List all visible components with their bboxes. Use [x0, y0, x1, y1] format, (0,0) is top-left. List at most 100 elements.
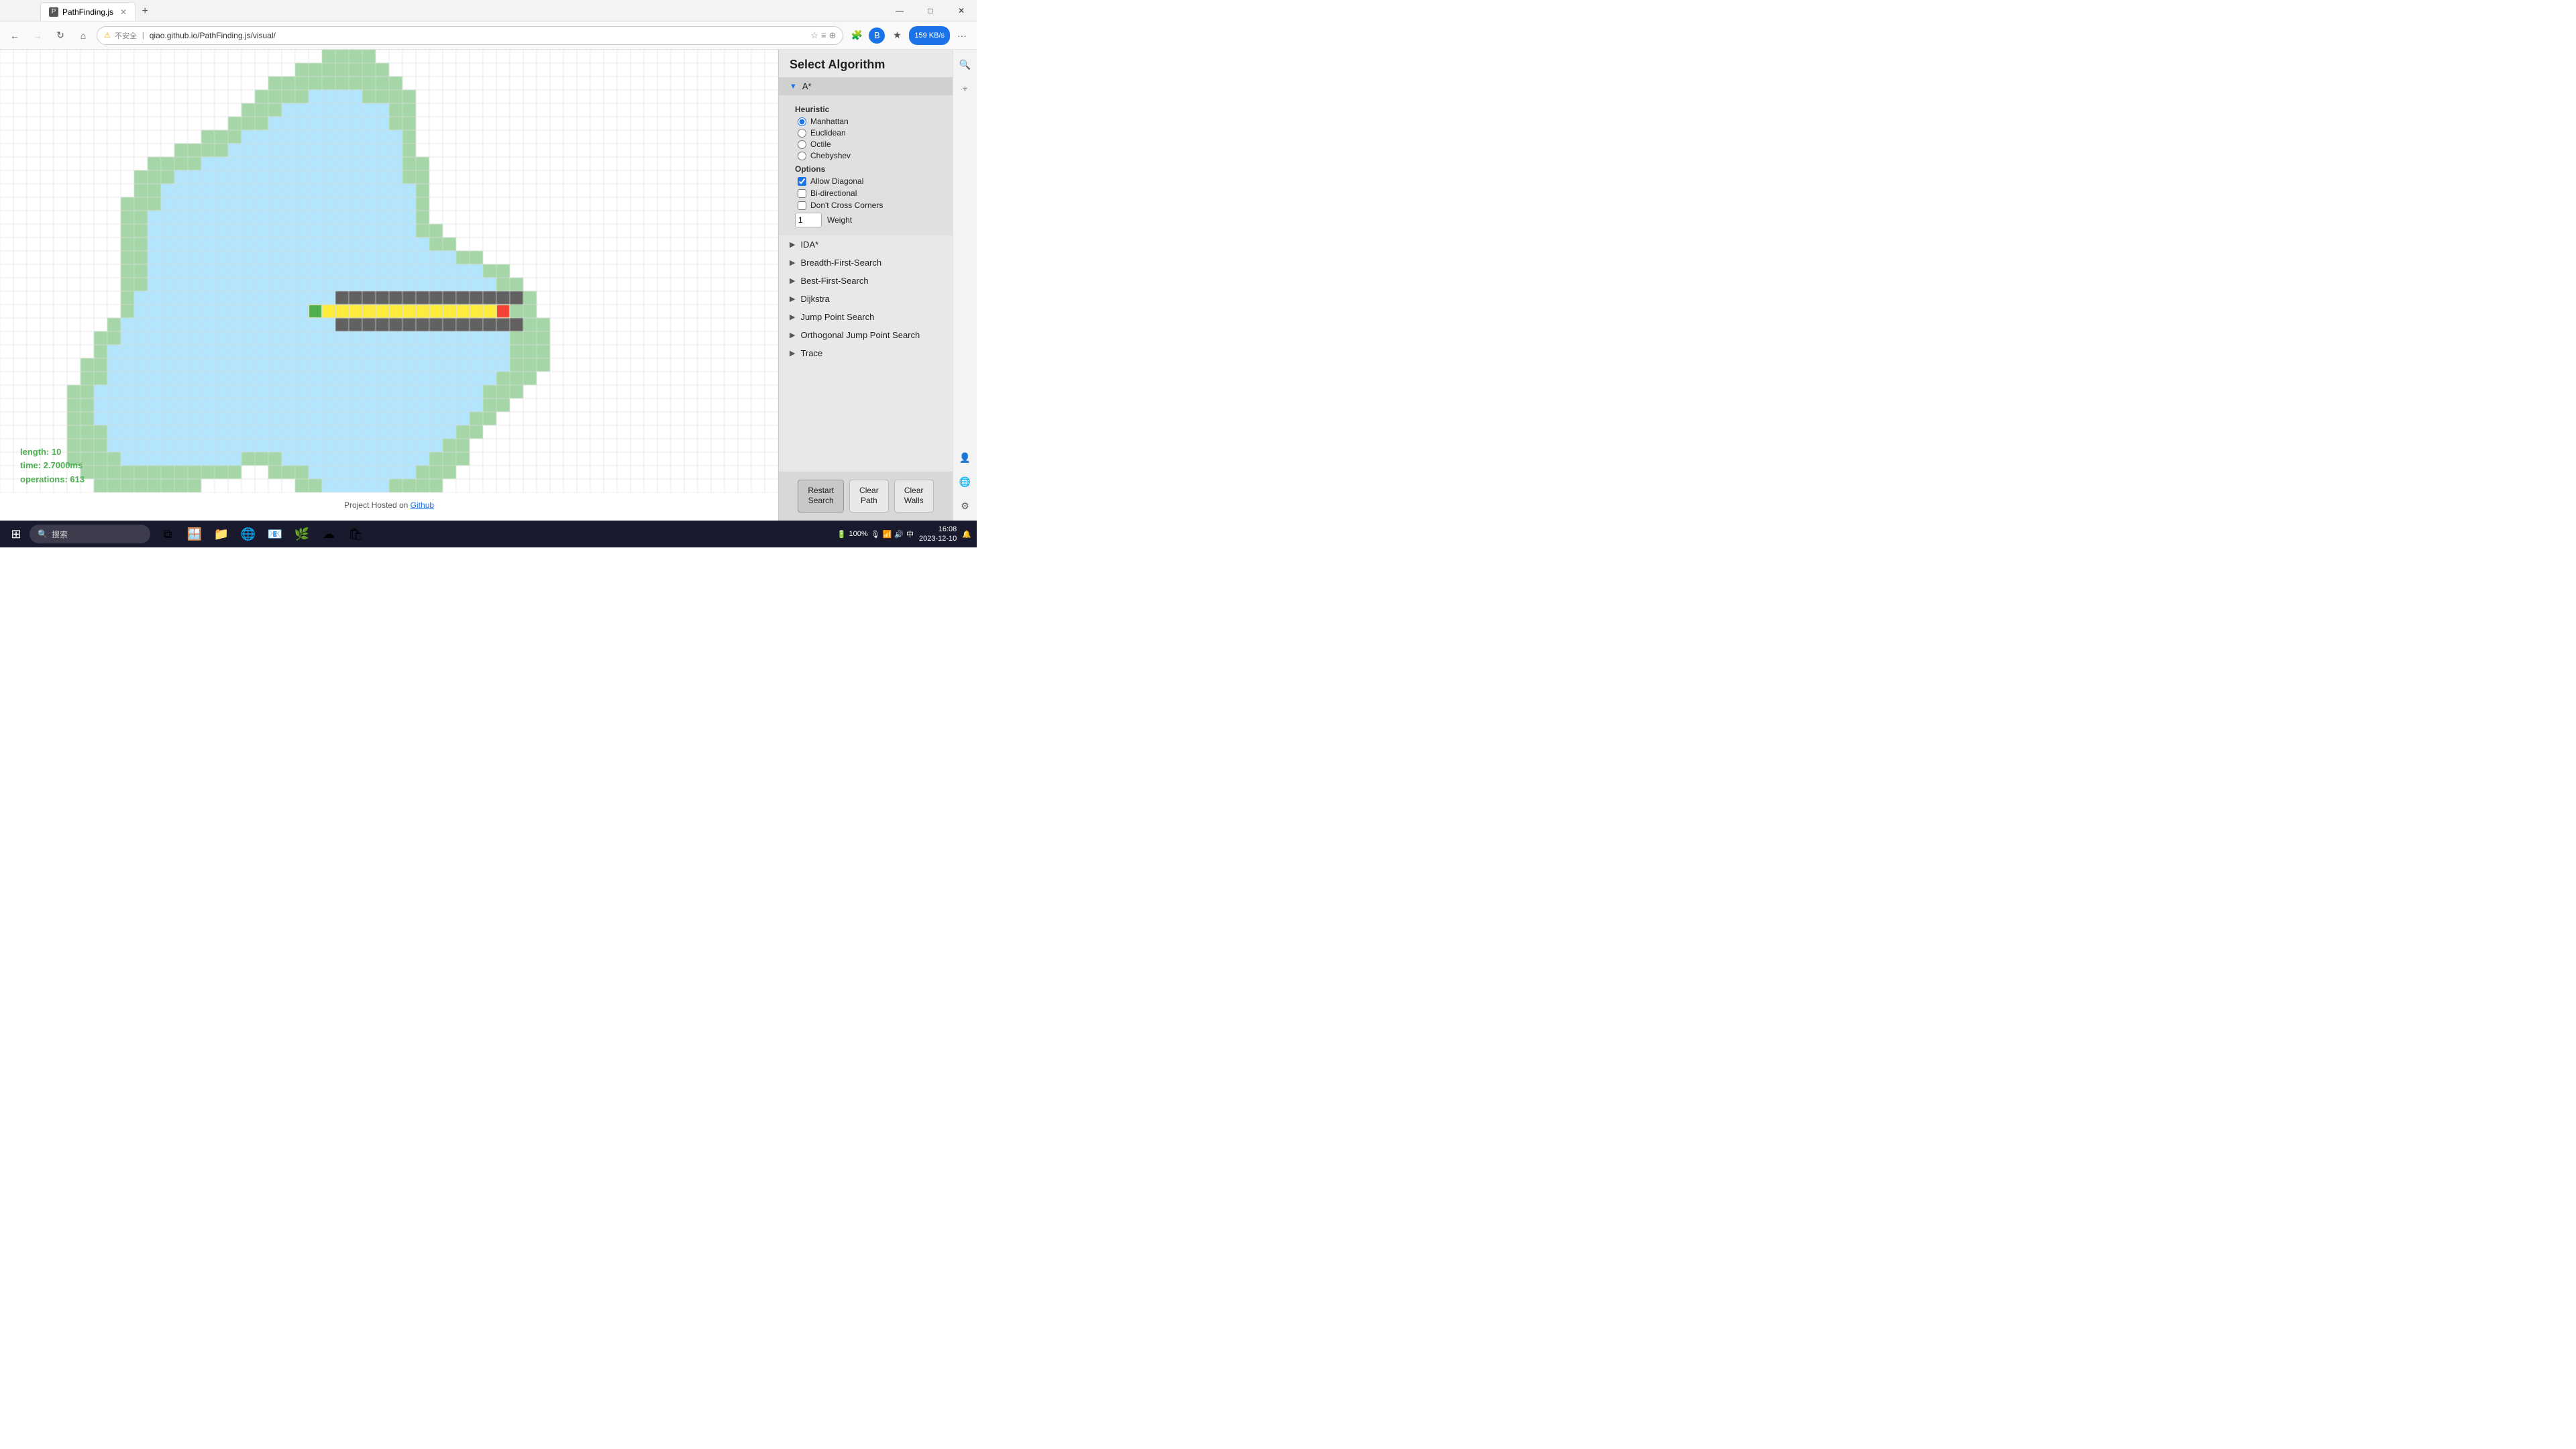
allow-diagonal-label: Allow Diagonal: [810, 176, 863, 186]
algorithm-jps[interactable]: ▶ Jump Point Search: [779, 308, 953, 326]
heuristic-chebyshev-label: Chebyshev: [810, 151, 851, 160]
weight-row: Weight: [795, 213, 942, 227]
heuristic-euclidean[interactable]: Euclidean: [798, 128, 942, 138]
time-display: 16:08: [919, 525, 957, 534]
plus-edge-icon[interactable]: +: [956, 79, 975, 98]
allow-diagonal-checkbox[interactable]: [798, 177, 806, 186]
canvas-area[interactable]: length: 10 time: 2.7000ms operations: 61…: [0, 50, 778, 521]
algorithm-label: A*: [802, 81, 812, 91]
edge-icon-3[interactable]: ⚙: [956, 496, 975, 515]
algorithm-label: IDA*: [800, 239, 818, 250]
address-bar[interactable]: ⚠ 不安全 | qiao.github.io/PathFinding.js/vi…: [97, 26, 843, 45]
clock[interactable]: 16:08 2023-12-10: [919, 525, 957, 544]
heuristic-label: Heuristic: [795, 105, 942, 114]
pinned-icon-2[interactable]: 📁: [209, 522, 233, 546]
home-button[interactable]: ⌂: [74, 26, 93, 45]
option-bidirectional[interactable]: Bi-directional: [798, 189, 942, 198]
arrow-icon: ▶: [790, 294, 795, 303]
option-dont-cross-corners[interactable]: Don't Cross Corners: [798, 201, 942, 210]
algorithm-label: Dijkstra: [800, 294, 829, 304]
algorithm-label: Trace: [800, 348, 822, 358]
pinned-icon-1[interactable]: 🪟: [182, 522, 207, 546]
extensions-button[interactable]: 🧩: [847, 26, 866, 45]
heuristic-group: Manhattan Euclidean Octile Chebyshev: [798, 117, 942, 160]
algorithm-astar[interactable]: ▼ A*: [779, 77, 953, 95]
user-edge-icon[interactable]: 👤: [956, 448, 975, 467]
active-tab[interactable]: P PathFinding.js ✕: [40, 2, 136, 21]
tab-close-button[interactable]: ✕: [120, 7, 127, 17]
bidirectional-checkbox[interactable]: [798, 189, 806, 198]
option-allow-diagonal[interactable]: Allow Diagonal: [798, 176, 942, 186]
close-button[interactable]: ✕: [946, 0, 977, 21]
back-button[interactable]: ←: [5, 26, 24, 45]
new-tab-button[interactable]: +: [136, 2, 154, 21]
favorites-icon[interactable]: ☆: [810, 30, 818, 41]
tab-title: PathFinding.js: [62, 7, 113, 17]
search-edge-icon[interactable]: 🔍: [956, 55, 975, 74]
taskbar-right: 🔋 100% 🎙 📶 🔊 中 16:08 2023-12-10 🔔: [837, 525, 971, 544]
reader-icon[interactable]: ≡: [821, 30, 826, 40]
tab-favicon: P: [49, 7, 58, 17]
algorithm-ida[interactable]: ▶ IDA*: [779, 235, 953, 254]
algorithm-bfs[interactable]: ▶ Breadth-First-Search: [779, 254, 953, 272]
ime-icon: 中: [906, 529, 914, 539]
bidirectional-label: Bi-directional: [810, 189, 857, 198]
algorithm-dijkstra[interactable]: ▶ Dijkstra: [779, 290, 953, 308]
clear-path-button[interactable]: ClearPath: [849, 480, 889, 513]
heuristic-chebyshev[interactable]: Chebyshev: [798, 151, 942, 160]
algorithm-panel: Select Algorithm ▼ A* Heuristic Manhatta…: [778, 50, 953, 521]
refresh-button[interactable]: ↻: [51, 26, 70, 45]
browser-taskbar-icon[interactable]: 🌐: [236, 522, 260, 546]
taskbar-search-label: 搜索: [52, 529, 68, 540]
profile-button[interactable]: B: [869, 28, 885, 44]
main-content: length: 10 time: 2.7000ms operations: 61…: [0, 50, 977, 521]
network-icon: 📶: [883, 530, 892, 539]
mic-icon: 🎙: [871, 530, 880, 539]
heuristic-manhattan[interactable]: Manhattan: [798, 117, 942, 126]
onedrive-icon[interactable]: ☁: [317, 522, 341, 546]
heuristic-octile[interactable]: Octile: [798, 140, 942, 149]
options-label: Options: [795, 164, 942, 174]
taskbar-search[interactable]: 🔍 搜索: [30, 525, 150, 543]
github-link[interactable]: Github: [411, 500, 434, 510]
system-tray: 🔋 100% 🎙 📶 🔊 中: [837, 529, 914, 539]
footer: Project Hosted on Github: [344, 500, 434, 510]
insecure-label: 不安全: [115, 30, 137, 41]
download-indicator[interactable]: 159 KB/s: [909, 26, 950, 45]
panel-section: Select Algorithm ▼ A* Heuristic Manhatta…: [779, 50, 953, 362]
algorithm-ojps[interactable]: ▶ Orthogonal Jump Point Search: [779, 326, 953, 344]
taskview-icon[interactable]: ⧉: [156, 522, 180, 546]
algorithm-label: Breadth-First-Search: [800, 258, 881, 268]
heuristic-octile-radio[interactable]: [798, 140, 806, 149]
maximize-button[interactable]: □: [915, 0, 946, 21]
clear-walls-button[interactable]: ClearWalls: [894, 480, 934, 513]
options-group: Allow Diagonal Bi-directional Don't Cros…: [798, 176, 942, 210]
heuristic-euclidean-radio[interactable]: [798, 129, 806, 138]
pathfinding-grid[interactable]: [0, 50, 778, 494]
pinned-icon-4[interactable]: 📧: [263, 522, 287, 546]
minimize-button[interactable]: —: [884, 0, 915, 21]
address-actions: ☆ ≡ ⊕: [810, 30, 836, 41]
notification-icon[interactable]: 🔔: [962, 530, 971, 539]
heuristic-manhattan-radio[interactable]: [798, 117, 806, 126]
edge-icon-2[interactable]: 🌐: [956, 472, 975, 491]
more-button[interactable]: ···: [953, 26, 971, 45]
collections-icon[interactable]: ⊕: [828, 30, 836, 41]
pinned-icon-5[interactable]: 🌿: [290, 522, 314, 546]
restart-search-button[interactable]: RestartSearch: [798, 480, 844, 513]
start-button[interactable]: ⊞: [5, 523, 27, 545]
weight-input[interactable]: [795, 213, 822, 227]
favorites-button[interactable]: ★: [888, 26, 906, 45]
algorithm-trace[interactable]: ▶ Trace: [779, 344, 953, 362]
action-buttons: RestartSearch ClearPath ClearWalls: [779, 472, 953, 521]
forward-button[interactable]: →: [28, 26, 47, 45]
taskbar-pinned-icons: ⧉ 🪟 📁 🌐 📧 🌿 ☁ 🛍: [156, 522, 368, 546]
arrow-icon: ▶: [790, 349, 795, 358]
astar-options: Heuristic Manhattan Euclidean Octile: [779, 95, 953, 235]
dont-cross-corners-checkbox[interactable]: [798, 201, 806, 210]
store-icon[interactable]: 🛍: [343, 522, 368, 546]
heuristic-chebyshev-radio[interactable]: [798, 152, 806, 160]
heuristic-manhattan-label: Manhattan: [810, 117, 849, 126]
algorithm-best-first[interactable]: ▶ Best-First-Search: [779, 272, 953, 290]
separator: |: [142, 32, 144, 40]
